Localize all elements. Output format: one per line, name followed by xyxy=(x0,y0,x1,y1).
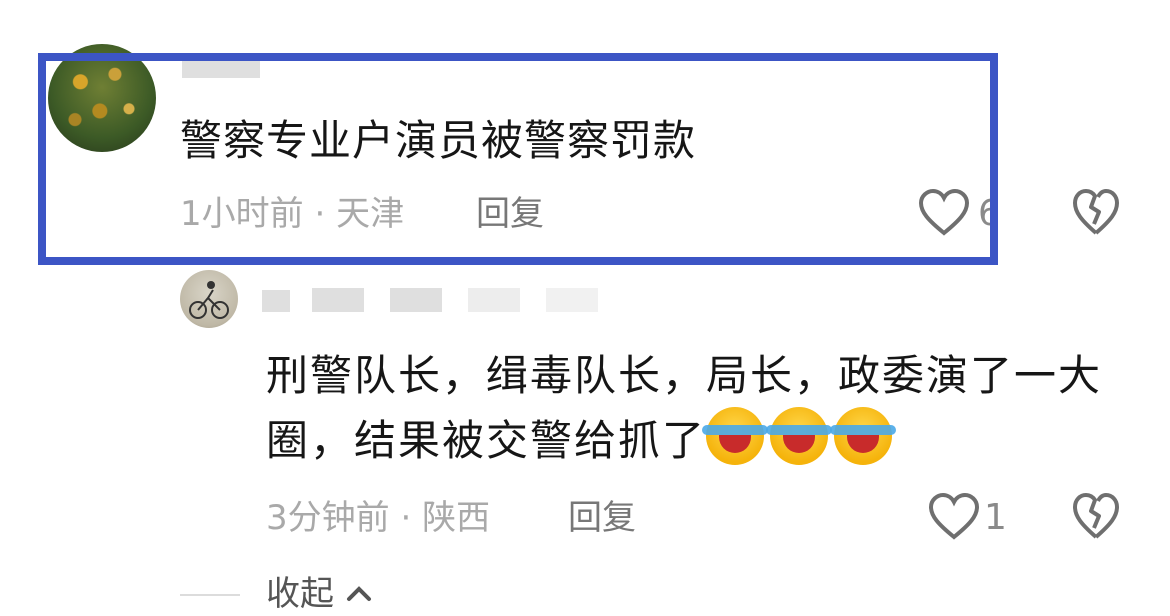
reply-name-blurred[interactable] xyxy=(262,290,290,312)
reply-text: 刑警队长，缉毒队长，局长，政委演了一大圈，结果被交警给抓了 xyxy=(266,351,1103,465)
collapse-label: 收起 xyxy=(266,574,334,614)
reply-name-blurred-5 xyxy=(546,288,598,312)
reply-time: 3分钟前 xyxy=(266,498,390,538)
collapse-button[interactable]: 收起 xyxy=(266,572,373,616)
reply-comment-text: 刑警队长，缉毒队长，局长，政委演了一大圈，结果被交警给抓了 xyxy=(266,345,1136,472)
bicycle-icon xyxy=(189,281,229,319)
reply-name-blurred-3 xyxy=(390,288,442,312)
reply-avatar[interactable] xyxy=(180,270,238,328)
heart-outline-icon xyxy=(928,492,980,540)
highlight-box xyxy=(38,53,998,265)
reply-meta: 3分钟前 · 陕西 xyxy=(266,496,490,540)
broken-heart-icon xyxy=(1073,493,1119,539)
dislike-button[interactable] xyxy=(1072,188,1120,242)
collapse-divider xyxy=(180,594,240,596)
reply-location: 陕西 xyxy=(422,498,491,538)
reply-name-blurred-2 xyxy=(312,288,364,312)
reply-name-blurred-4 xyxy=(468,288,520,312)
meta-separator: · xyxy=(389,498,423,538)
reply-reply-button[interactable]: 回复 xyxy=(568,496,636,540)
chevron-up-icon xyxy=(346,586,371,601)
reply-like-button[interactable] xyxy=(928,492,980,546)
laughing-emoji xyxy=(766,407,833,465)
laughing-emoji xyxy=(830,407,897,465)
laughing-emoji xyxy=(702,407,769,465)
reply-dislike-button[interactable] xyxy=(1072,492,1120,546)
broken-heart-icon xyxy=(1073,189,1119,235)
reply-like-count: 1 xyxy=(984,497,1007,538)
